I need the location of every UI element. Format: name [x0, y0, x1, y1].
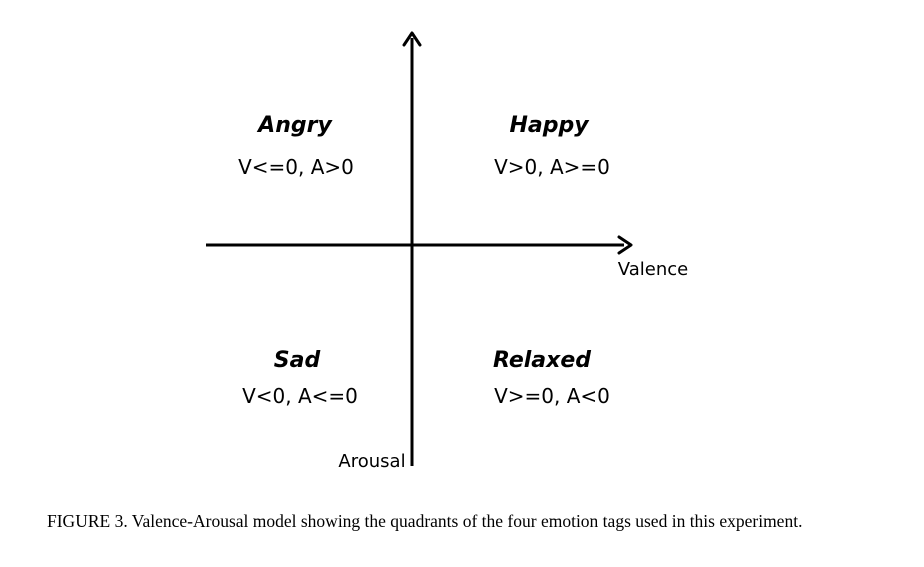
arousal-axis-label: Arousal [338, 451, 405, 472]
quadrant-top-right: Happy V>0, A>=0 [494, 113, 610, 179]
quadrant-bottom-right: Relaxed V>=0, A<0 [493, 348, 610, 408]
quadrant-name: Relaxed [493, 348, 591, 373]
caption-text: Valence-Arousal model showing the quadra… [131, 511, 803, 531]
quadrant-rule: V>0, A>=0 [494, 155, 610, 179]
quadrant-name: Happy [509, 113, 590, 138]
valence-axis-label: Valence [618, 259, 688, 280]
valence-arousal-diagram: Valence Arousal Angry V<=0, A>0 Happy V>… [206, 31, 688, 472]
figure-page: Valence Arousal Angry V<=0, A>0 Happy V>… [0, 0, 924, 567]
figure-caption: FIGURE 3. Valence-Arousal model showing … [47, 510, 867, 533]
quadrant-rule: V<0, A<=0 [242, 384, 358, 408]
quadrant-rule: V<=0, A>0 [238, 155, 354, 179]
quadrant-name: Sad [274, 348, 321, 373]
quadrant-bottom-left: Sad V<0, A<=0 [242, 348, 358, 408]
quadrant-name: Angry [256, 113, 333, 138]
quadrant-rule: V>=0, A<0 [494, 384, 610, 408]
quadrant-top-left: Angry V<=0, A>0 [238, 113, 354, 179]
caption-label: FIGURE 3. [47, 511, 128, 531]
